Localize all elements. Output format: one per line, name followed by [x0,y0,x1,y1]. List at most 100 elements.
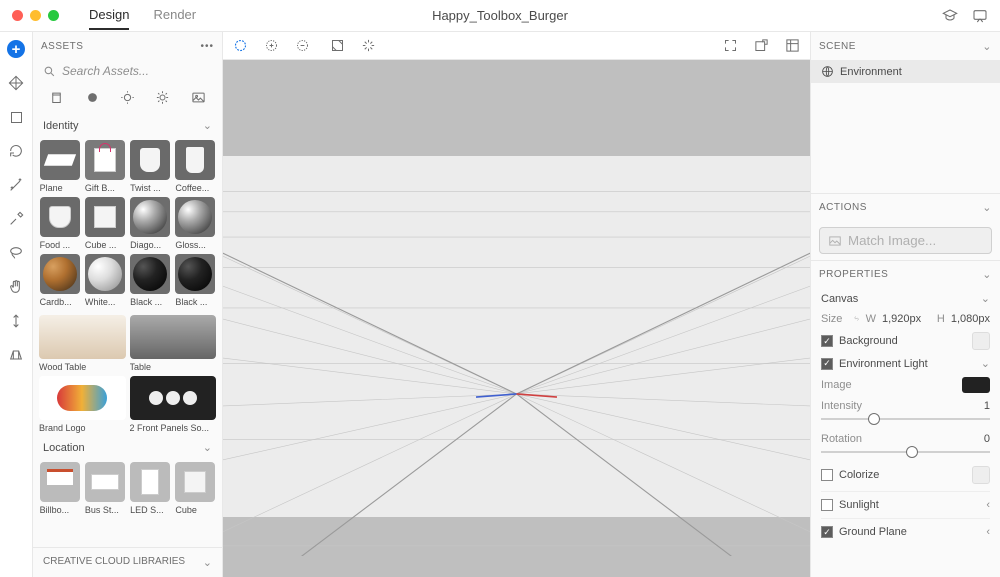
environments-filter-icon[interactable] [155,90,170,105]
scene-item-environment[interactable]: Environment [811,60,1000,83]
intensity-slider[interactable] [821,412,990,426]
feedback-icon[interactable] [972,8,988,24]
search-icon [43,65,56,78]
size-label: Size [821,313,842,325]
viewport-toolbar [223,32,810,60]
add-button[interactable]: + [7,40,25,58]
close-window-icon[interactable] [12,10,23,21]
window-controls [12,10,59,21]
asset-thumb[interactable]: Cube ... [84,197,125,250]
models-filter-icon[interactable] [49,90,64,105]
rotation-value[interactable]: 0 [984,433,990,445]
canvas-3d[interactable] [223,60,810,577]
background-label: Background [839,335,898,347]
asset-thumb-wide[interactable]: Wood Table [39,315,126,372]
intensity-value[interactable]: 1 [984,400,990,412]
rotation-slider[interactable] [821,445,990,459]
globe-icon [821,65,834,78]
chevron-down-icon[interactable]: ⌄ [203,119,212,132]
asset-thumb[interactable]: Cube [175,462,216,515]
learn-icon[interactable] [942,8,958,24]
dolly-tool-icon[interactable] [7,312,25,330]
assets-panel: ASSETS ••• Search Assets... Identity ⌄ P… [33,32,223,577]
assets-menu-icon[interactable]: ••• [200,41,214,52]
asset-thumb[interactable]: Bus St... [84,462,125,515]
ground-plane-checkbox[interactable]: ✓ [821,526,833,538]
env-light-checkbox[interactable]: ✓ [821,358,833,370]
env-image-thumb[interactable] [962,377,990,393]
asset-thumb[interactable]: Twist ... [130,140,171,193]
asset-thumb-wide[interactable]: Table [130,315,217,372]
asset-thumb[interactable]: Diago... [130,197,171,250]
asset-thumb[interactable]: Plane [39,140,80,193]
asset-thumb[interactable]: Food ... [39,197,80,250]
properties-header: PROPERTIES [819,269,888,280]
asset-thumb-wide[interactable]: 2 Front Panels So... [130,376,217,433]
chevron-left-icon[interactable]: ‹ [986,499,990,511]
lights-filter-icon[interactable] [120,90,135,105]
maximize-window-icon[interactable] [48,10,59,21]
link-icon[interactable] [854,312,859,325]
match-image-button[interactable]: Match Image... [819,227,992,254]
effects-icon[interactable] [361,38,376,53]
sunlight-checkbox[interactable]: ✓ [821,499,833,511]
chevron-down-icon[interactable]: ⌄ [982,268,992,281]
export-icon[interactable] [754,38,769,53]
background-checkbox[interactable]: ✓ [821,335,833,347]
chevron-down-icon[interactable]: ⌄ [981,292,990,305]
lasso-tool-icon[interactable] [7,244,25,262]
asset-thumb-wide[interactable]: Brand Logo [39,376,126,433]
chevron-down-icon[interactable]: ⌄ [981,357,990,370]
asset-thumb[interactable]: Cardb... [39,254,80,307]
scene-header: SCENE [819,41,856,52]
asset-thumb[interactable]: Billbo... [39,462,80,515]
background-swatch[interactable] [972,332,990,350]
eyedropper-tool-icon[interactable] [7,210,25,228]
hand-tool-icon[interactable] [7,278,25,296]
match-image-icon [828,234,842,248]
search-placeholder: Search Assets... [62,64,149,78]
chevron-down-icon[interactable]: ⌄ [203,441,212,454]
mode-tabs: Design Render [89,1,196,30]
colorize-checkbox[interactable]: ✓ [821,469,833,481]
snap-icon[interactable] [330,38,345,53]
add-selection-icon[interactable] [264,38,279,53]
marquee-select-icon[interactable] [233,38,248,53]
asset-thumb[interactable]: LED S... [130,462,171,515]
height-label: H [937,313,945,325]
perspective-tool-icon[interactable] [7,346,25,364]
move-tool-icon[interactable] [7,74,25,92]
search-assets[interactable]: Search Assets... [33,60,222,82]
materials-filter-icon[interactable] [85,90,100,105]
asset-thumb[interactable]: Gloss... [175,197,216,250]
render-settings-icon[interactable] [785,38,800,53]
chevron-down-icon[interactable]: ⌄ [982,40,992,53]
rotation-label: Rotation [821,433,862,445]
viewport [223,32,810,577]
wand-tool-icon[interactable] [7,176,25,194]
location-section-label[interactable]: Location [43,442,85,454]
tab-render[interactable]: Render [153,1,196,30]
rect-tool-icon[interactable] [7,108,25,126]
asset-thumb[interactable]: Black ... [130,254,171,307]
identity-section-label[interactable]: Identity [43,120,78,132]
title-bar: Design Render Happy_Toolbox_Burger [0,0,1000,32]
asset-thumb[interactable]: Gift B... [84,140,125,193]
fullscreen-icon[interactable] [723,38,738,53]
env-light-label: Environment Light [839,358,928,370]
rotate-tool-icon[interactable] [7,142,25,160]
minimize-window-icon[interactable] [30,10,41,21]
height-value[interactable]: 1,080px [951,313,990,325]
asset-thumb[interactable]: Coffee... [175,140,216,193]
cc-libraries-section[interactable]: CREATIVE CLOUD LIBRARIES⌄ [33,547,222,577]
image-label: Image [821,379,852,391]
asset-thumb[interactable]: Black ... [175,254,216,307]
chevron-down-icon[interactable]: ⌄ [982,201,992,214]
tab-design[interactable]: Design [89,1,129,30]
subtract-selection-icon[interactable] [295,38,310,53]
colorize-swatch[interactable] [972,466,990,484]
width-value[interactable]: 1,920px [882,313,921,325]
chevron-left-icon[interactable]: ‹ [986,526,990,538]
images-filter-icon[interactable] [191,90,206,105]
asset-thumb[interactable]: White... [84,254,125,307]
